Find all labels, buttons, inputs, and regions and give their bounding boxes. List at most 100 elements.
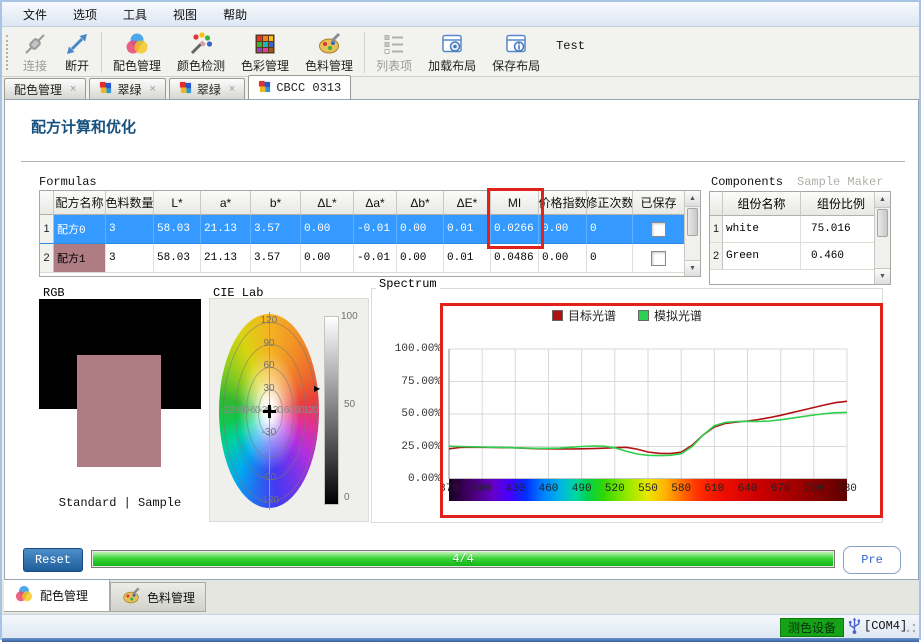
bottom-tab-pigment[interactable]: 色料管理 [110, 582, 206, 612]
x-axis-tick-label: 400 [469, 483, 495, 495]
color-detect-button[interactable]: 颜色检测 [169, 29, 233, 74]
close-icon[interactable]: × [149, 84, 155, 95]
disconnect-button[interactable]: 断开 [56, 29, 98, 74]
app-window: 文件 选项 工具 视图 帮助 连接 断开 配色管理 [0, 0, 921, 640]
lightness-marker-icon[interactable]: ▶ [314, 384, 320, 393]
list-items-icon [381, 31, 407, 57]
toolbar-separator [101, 32, 102, 73]
menu-tools[interactable]: 工具 [110, 3, 160, 26]
save-layout-icon [503, 31, 529, 57]
color-palette-button[interactable]: 色彩管理 [233, 29, 297, 74]
tab-color-matching[interactable]: 配色管理 × [4, 78, 86, 99]
x-axis-tick-label: 430 [502, 483, 528, 495]
pigment-icon [316, 31, 342, 57]
formula-row-1[interactable]: 1 配方0 3 58.03 21.13 3.57 0.00 -0.01 0.00… [40, 215, 685, 244]
pigment-icon [121, 586, 141, 609]
tab-cuilv-2[interactable]: 翠绿 × [169, 78, 245, 99]
page-title: 配方计算和优化 [31, 116, 136, 137]
tab-label: 翠绿 [197, 81, 221, 98]
menu-file[interactable]: 文件 [10, 3, 60, 26]
saved-checkbox[interactable] [651, 251, 666, 266]
load-layout-icon [439, 31, 465, 57]
x-axis-tick-label: 460 [536, 483, 562, 495]
scroll-up-icon[interactable]: ▲ [685, 191, 700, 207]
y-axis-tick-label: 25.00% [371, 441, 441, 453]
formula-page: 配方计算和优化 Formulas 配方名称 色料数量 L* a* b* ΔL* … [4, 99, 919, 580]
toolbar-grip[interactable] [6, 35, 11, 70]
color-matching-icon [14, 584, 34, 607]
save-layout-button[interactable]: 保存布局 [484, 29, 548, 74]
color-palette-label: 色彩管理 [241, 57, 289, 74]
scroll-up-icon[interactable]: ▲ [875, 192, 890, 208]
pre-button[interactable]: Pre [843, 546, 901, 574]
components-header-row: 组份名称 组份比例 [710, 192, 875, 216]
cielab-color-wheel[interactable] [219, 314, 319, 508]
color-detect-icon [188, 31, 214, 57]
components-table: 组份名称 组份比例 1 white 75.016 2 Green 0.460 ▲… [709, 191, 891, 285]
tab-sample-maker: Sample Maker [797, 175, 883, 189]
tab-label: CBCC 0313 [276, 81, 341, 95]
com-port-label: [COM4] [864, 619, 907, 633]
divider [21, 161, 905, 162]
lightness-bar[interactable] [324, 316, 339, 505]
x-axis-tick-label: 700 [801, 483, 827, 495]
formulas-scrollbar[interactable]: ▲ ▼ [684, 191, 700, 276]
x-axis-tick-label: 670 [768, 483, 794, 495]
sample-color-rect [77, 355, 161, 467]
y-axis-tick-label: 0.00% [371, 473, 441, 485]
components-scrollbar[interactable]: ▲ ▼ [874, 192, 890, 284]
tab-cuilv-1[interactable]: 翠绿 × [89, 78, 165, 99]
component-row-2[interactable]: 2 Green 0.460 [710, 243, 875, 270]
formulas-table: 配方名称 色料数量 L* a* b* ΔL* Δa* Δb* ΔE* MI 价格… [39, 190, 701, 277]
menu-view[interactable]: 视图 [160, 3, 210, 26]
lightness-label-0: 0 [344, 492, 350, 503]
close-icon[interactable]: × [70, 84, 76, 95]
toolbar: 连接 断开 配色管理 颜色检测 色彩管理 [2, 27, 919, 77]
bottom-tab-label: 配色管理 [40, 587, 88, 604]
menubar: 文件 选项 工具 视图 帮助 [2, 2, 919, 27]
scroll-down-icon[interactable]: ▼ [875, 268, 890, 284]
menu-options[interactable]: 选项 [60, 3, 110, 26]
scroll-thumb[interactable] [687, 208, 698, 236]
puzzle-icon [99, 81, 112, 97]
save-layout-label: 保存布局 [492, 57, 540, 74]
component-row-1[interactable]: 1 white 75.016 [710, 216, 875, 243]
color-matching-button[interactable]: 配色管理 [105, 29, 169, 74]
scroll-down-icon[interactable]: ▼ [685, 260, 700, 276]
x-axis-tick-label: 490 [569, 483, 595, 495]
formulas-header-row: 配方名称 色料数量 L* a* b* ΔL* Δa* Δb* ΔE* MI 价格… [40, 191, 685, 215]
usb-icon [847, 617, 862, 640]
tab-components[interactable]: Components [711, 175, 783, 189]
progress-bar: 4/4 [91, 550, 835, 568]
reset-button[interactable]: Reset [23, 548, 83, 572]
window-bottom-edge [2, 638, 919, 642]
menu-help[interactable]: 帮助 [210, 3, 260, 26]
pigment-button[interactable]: 色料管理 [297, 29, 361, 74]
list-items-label: 列表项 [376, 57, 412, 74]
tab-cbcc-0313[interactable]: CBCC 0313 [248, 75, 351, 99]
tab-label: 配色管理 [14, 81, 62, 98]
test-label: Test [548, 29, 591, 53]
x-axis-tick-label: 730 [834, 483, 860, 495]
scroll-thumb[interactable] [877, 209, 888, 237]
resize-grip[interactable] [906, 623, 916, 633]
y-axis-tick-label: 50.00% [371, 408, 441, 420]
x-axis-tick-label: 520 [602, 483, 628, 495]
toolbar-separator [364, 32, 365, 73]
color-matching-icon [124, 31, 150, 57]
saved-checkbox[interactable] [651, 222, 666, 237]
disconnect-label: 断开 [65, 57, 89, 74]
x-axis-tick-label: 580 [668, 483, 694, 495]
bottom-tab-label: 色料管理 [147, 589, 195, 606]
device-status-badge: 测色设备 [780, 618, 844, 637]
cielab-panel: 120906030-30-90-120 -120-90-60-30 30 60 … [209, 298, 369, 522]
components-tabs: Components Sample Maker [711, 175, 883, 189]
connect-label: 连接 [23, 57, 47, 74]
x-axis-tick-label: 610 [701, 483, 727, 495]
formula-row-2[interactable]: 2 配方1 3 58.03 21.13 3.57 0.00 -0.01 0.00… [40, 244, 685, 273]
load-layout-button[interactable]: 加载布局 [420, 29, 484, 74]
color-detect-label: 颜色检测 [177, 57, 225, 74]
bottom-tab-color-matching[interactable]: 配色管理 [4, 580, 110, 612]
close-icon[interactable]: × [229, 84, 235, 95]
connect-button: 连接 [14, 29, 56, 74]
